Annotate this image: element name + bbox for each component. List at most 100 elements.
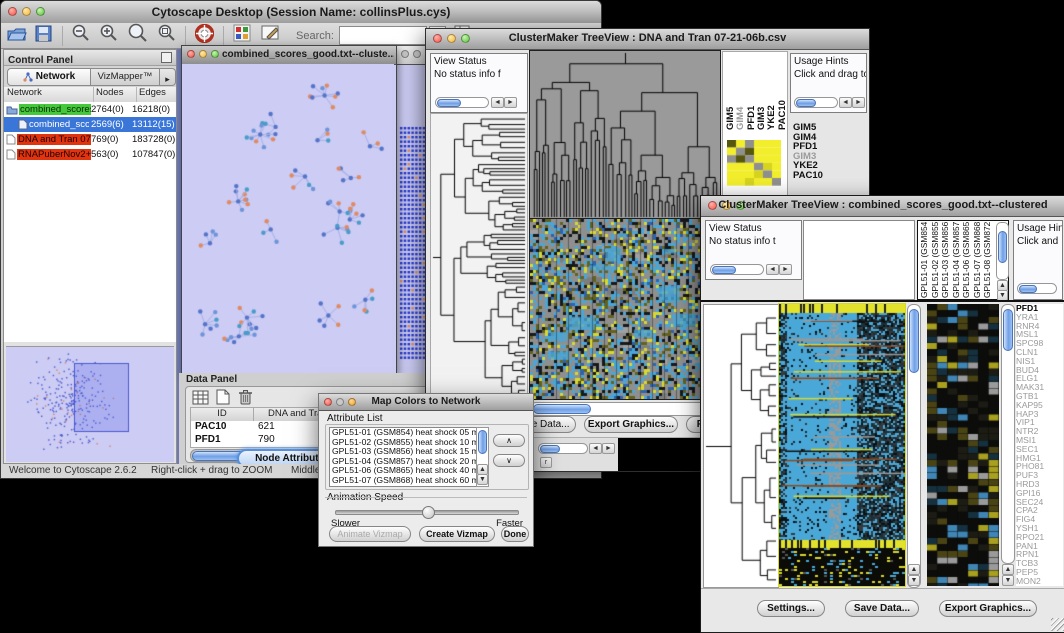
zoom-fit-button[interactable] (127, 23, 149, 48)
attribute-listbox[interactable]: GPL51-01 (GSM854) heat shock 05 minGPL51… (329, 427, 477, 487)
col-nodes[interactable]: Nodes (94, 87, 137, 102)
network-name: RNAPuberNov2+ (17, 149, 91, 160)
speed-slider[interactable] (335, 510, 519, 515)
help-button[interactable] (195, 24, 214, 48)
tv2-settings-button[interactable]: Settings... (757, 600, 825, 617)
resize-grip[interactable] (1051, 618, 1064, 631)
tv2-row-labels[interactable]: PFD1YRA1RNR4MSL1SPC98CLN1NIS1BUD4ELG1MAK… (1016, 304, 1063, 586)
tv2-status-hscrollbar[interactable] (710, 264, 764, 275)
toolbar-separator (223, 26, 224, 46)
annotation-button[interactable] (261, 24, 281, 47)
tab-more-button[interactable]: ▸ (160, 68, 176, 86)
control-panel-tabs: Network VizMapper™ ▸ (4, 66, 176, 88)
scroll-up-arrow[interactable]: ▲ (1002, 564, 1014, 575)
network-name: DNA and Tran 07 (17, 134, 91, 145)
tv2-global-vscrollbar[interactable] (907, 304, 921, 588)
birdseye-view[interactable] (6, 346, 174, 462)
file-icon (18, 119, 28, 130)
column-label: YKE2 (766, 58, 776, 130)
network-row[interactable]: combined_sco 2569(6) 13112(15) (4, 117, 176, 132)
tv1-summary-matrix[interactable] (727, 140, 781, 186)
document-icon (216, 389, 230, 405)
move-down-button[interactable]: ∨ (493, 454, 525, 467)
slider-thumb[interactable] (422, 506, 435, 519)
network-list: combined_scores 2764(0) 16218(0) combine… (4, 102, 176, 342)
scroll-left-arrow[interactable]: ◄ (589, 443, 602, 454)
search-label: Search: (296, 30, 334, 42)
tv1-detail-hscrollbar[interactable] (538, 443, 588, 454)
tv2-column-label-panel: GPL51-01 (GSM854)GPL51-02 (GSM855)GPL51-… (917, 220, 1009, 300)
tv1-global-heatmap[interactable] (530, 219, 708, 399)
network-row[interactable]: combined_scores 2764(0) 16218(0) (4, 102, 176, 117)
scroll-right-arrow[interactable]: ► (504, 97, 517, 108)
float-panel-icon[interactable] (161, 52, 172, 63)
minimize-button[interactable] (199, 50, 207, 58)
col-edges[interactable]: Edges (137, 87, 176, 102)
mini-button[interactable]: r (540, 457, 552, 468)
scroll-down-arrow[interactable]: ▼ (908, 575, 920, 586)
scroll-left-arrow[interactable]: ◄ (766, 264, 779, 275)
tv2-zoom-vscrollbar[interactable] (1001, 304, 1015, 564)
network-row[interactable]: DNA and Tran 07 769(0) 183728(0) (4, 132, 176, 147)
network-edges: 107847(0) (132, 149, 175, 160)
tv1-row-dendrogram[interactable] (430, 113, 528, 401)
create-vizmap-button[interactable]: Create Vizmap (419, 526, 495, 542)
column-label: GPL51-08 (GSM872) (982, 222, 993, 298)
tab-vizmapper[interactable]: VizMapper™ (91, 68, 160, 86)
network-canvas-1[interactable] (182, 64, 394, 373)
column-label: GPL51-07 (GSM868) (972, 222, 983, 298)
tv1-status-hscrollbar[interactable] (435, 97, 489, 108)
attribute-vscrollbar[interactable]: ▲ ▼ (476, 427, 489, 487)
scroll-right-arrow[interactable]: ► (779, 264, 792, 275)
main-title-bar[interactable]: Cytoscape Desktop (Session Name: collins… (1, 1, 601, 24)
data-cell-id: PFD1 (191, 434, 258, 447)
data-col-id[interactable]: ID (191, 408, 254, 422)
close-button[interactable] (401, 50, 409, 58)
tv2-save-data-button[interactable]: Save Data... (845, 600, 919, 617)
file-icon (6, 134, 16, 145)
animate-vizmap-button[interactable]: Animate Vizmap (329, 526, 411, 542)
tv1-detail-view[interactable] (618, 438, 704, 471)
tv1-column-dendrogram[interactable] (530, 51, 720, 219)
col-network[interactable]: Network (4, 87, 94, 102)
vizmapper-button[interactable] (233, 24, 251, 47)
tv1-column-labels[interactable]: GIM5GIM4PFD1GIM3YKE2PAC10 (725, 58, 787, 130)
scroll-right-arrow[interactable]: ► (852, 97, 865, 108)
scroll-down-arrow[interactable]: ▼ (477, 474, 488, 485)
zoom-in-button[interactable] (99, 23, 119, 48)
tv2-zoom-heatmap[interactable] (927, 304, 999, 586)
close-button[interactable] (187, 50, 195, 58)
scroll-left-arrow[interactable]: ◄ (491, 97, 504, 108)
tab-network[interactable]: Network (7, 68, 91, 86)
scroll-down-arrow[interactable]: ▼ (1002, 575, 1014, 586)
tv2-hints-hscrollbar[interactable] (1017, 283, 1057, 294)
column-label: GIM4 (735, 58, 745, 130)
tv2-labels-vscrollbar[interactable] (996, 222, 1009, 280)
tv1-view-status-message: No status info f (434, 69, 527, 80)
tv1-row-labels[interactable]: GIM5GIM4PFD1GIM3YKE2PAC10 (793, 123, 853, 183)
zoom-button[interactable] (211, 50, 219, 58)
zoom-out-button[interactable] (71, 23, 91, 48)
open-session-button[interactable] (7, 25, 27, 47)
tv2-button-bar: Settings... Save Data... Export Graphics… (701, 588, 1064, 632)
move-up-button[interactable]: ∧ (493, 434, 525, 447)
tv2-column-tree-area[interactable] (803, 220, 915, 300)
tv1-export-graphics-button[interactable]: Export Graphics... (584, 416, 678, 433)
scroll-right-arrow[interactable]: ► (602, 443, 615, 454)
minimize-button[interactable] (413, 50, 421, 58)
tv2-column-labels[interactable]: GPL51-01 (GSM854)GPL51-02 (GSM855)GPL51-… (919, 222, 995, 298)
search-input[interactable] (339, 26, 427, 45)
save-session-button[interactable] (35, 25, 52, 47)
tv2-export-graphics-button[interactable]: Export Graphics... (939, 600, 1037, 617)
desktop: { "colors": { "selection_blue": "#3a76d8… (0, 0, 1064, 633)
tv1-view-status-panel: View Status No status info f ◄ ► (430, 53, 528, 113)
done-button[interactable]: Done (501, 526, 529, 542)
attribute-item[interactable]: GPL51-07 (GSM868) heat shock 60 min (330, 476, 476, 486)
tv1-hints-hscrollbar[interactable] (794, 97, 838, 108)
tv2-row-dendrogram[interactable] (703, 304, 779, 588)
zoom-selected-button[interactable] (157, 23, 177, 48)
network-row[interactable]: RNAPuberNov2+ 563(0) 107847(0) (4, 147, 176, 162)
scroll-left-arrow[interactable]: ◄ (839, 97, 852, 108)
tv2-global-heatmap[interactable] (779, 304, 905, 586)
scroll-up-arrow[interactable]: ▲ (908, 564, 920, 575)
